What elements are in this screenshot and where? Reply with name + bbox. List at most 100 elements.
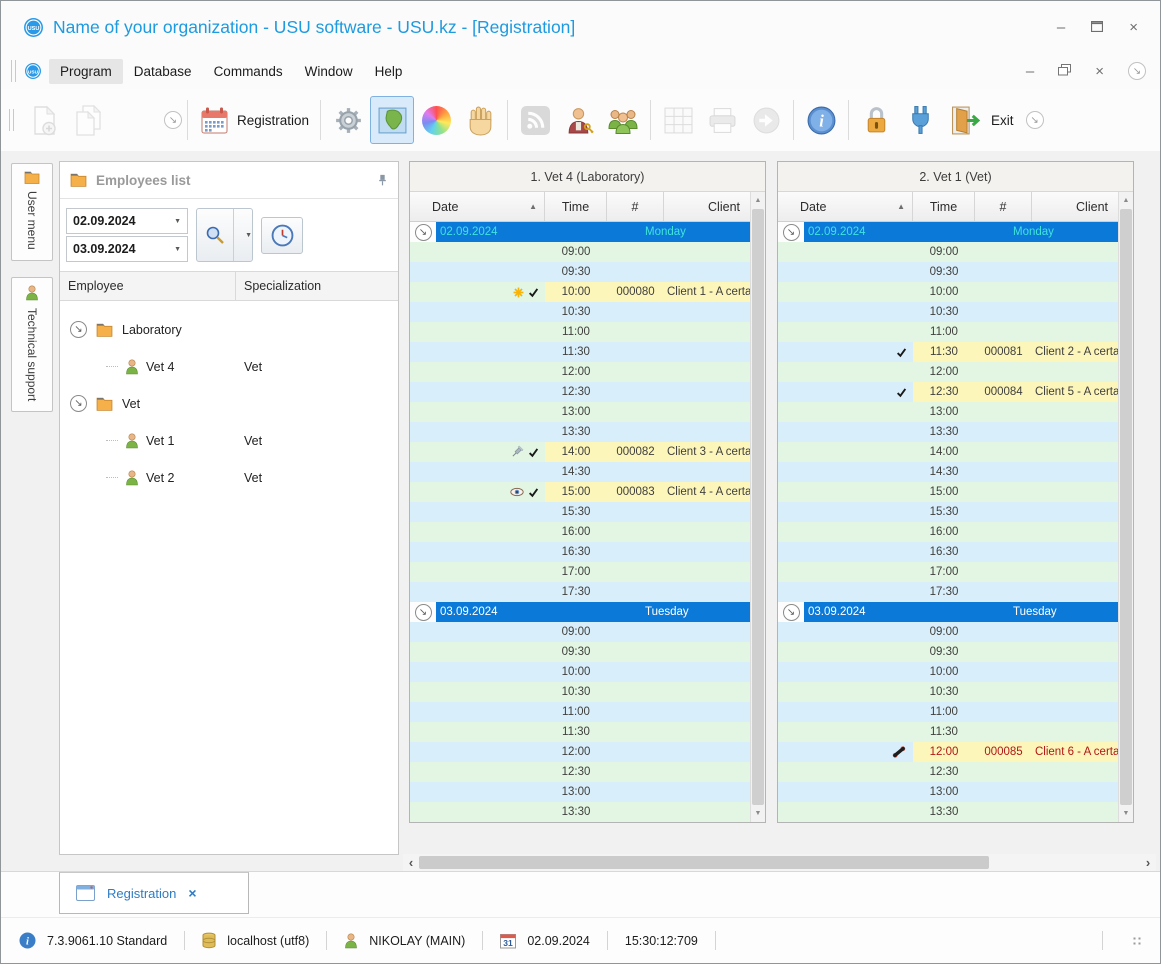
resize-grip[interactable] <box>1132 935 1142 946</box>
schedule-row[interactable]: 13:30 <box>778 422 1118 442</box>
collapse-arrow-icon[interactable]: ↘ <box>782 603 800 621</box>
employees-group-button[interactable] <box>601 96 645 144</box>
schedule-row[interactable]: 12:00 000085 Client 6 - A certa <box>778 742 1118 762</box>
lock-button[interactable] <box>854 96 898 144</box>
schedule-row[interactable]: 13:00 <box>410 402 750 422</box>
schedule-row[interactable]: 10:30 <box>410 682 750 702</box>
toolbar-grip[interactable] <box>9 109 14 131</box>
hand-button[interactable] <box>458 96 502 144</box>
disconnect-plug-button[interactable] <box>898 96 942 144</box>
close-button[interactable]: × <box>1129 20 1138 35</box>
schedule-row[interactable]: 11:00 <box>410 702 750 722</box>
date-band-row[interactable]: ↘ 02.09.2024 Monday <box>410 222 750 242</box>
search-button[interactable] <box>197 209 233 261</box>
registration-button[interactable]: Registration <box>193 96 315 144</box>
schedule-row[interactable]: 12:30 <box>410 382 750 402</box>
column-header-time[interactable]: Time <box>545 192 607 221</box>
mdi-close-button[interactable]: × <box>1095 64 1104 79</box>
schedule-row[interactable]: 15:30 <box>410 502 750 522</box>
schedule-row[interactable]: 09:30 <box>410 642 750 662</box>
schedule-row[interactable]: 11:00 <box>778 702 1118 722</box>
schedule-row[interactable]: 13:30 <box>410 422 750 442</box>
schedule-row[interactable]: 14:30 <box>778 462 1118 482</box>
info-button[interactable]: i <box>799 96 843 144</box>
schedule-row[interactable]: 14:30 <box>410 462 750 482</box>
horizontal-scrollbar[interactable]: ‹ › <box>403 854 1156 871</box>
menu-overflow-icon[interactable]: ↘ <box>1128 62 1146 80</box>
schedule-row[interactable]: 11:00 <box>778 322 1118 342</box>
collapse-arrow-icon[interactable]: ↘ <box>782 223 800 241</box>
tab-user-menu[interactable]: User menu <box>11 163 53 261</box>
exit-button[interactable]: Exit <box>942 96 1020 144</box>
schedule-row[interactable]: 10:30 <box>778 682 1118 702</box>
user-permissions-button[interactable] <box>557 96 601 144</box>
schedule-row[interactable]: 11:30 000081 Client 2 - A certa <box>778 342 1118 362</box>
column-header-client[interactable]: Client <box>1032 192 1118 221</box>
vertical-scrollbar[interactable]: ▲ ▼ <box>1118 192 1133 822</box>
collapse-arrow-icon[interactable]: ↘ <box>414 223 432 241</box>
tree-employee-row[interactable]: Vet 1 Vet <box>60 422 398 459</box>
schedule-row[interactable]: 09:00 <box>410 242 750 262</box>
specialization-column-header[interactable]: Specialization <box>236 272 398 300</box>
schedule-row[interactable]: 10:30 <box>410 302 750 322</box>
tree-employee-row[interactable]: Vet 4 Vet <box>60 348 398 385</box>
column-header-num[interactable]: # <box>607 192 664 221</box>
menu-item-program[interactable]: Program <box>49 58 123 84</box>
collapse-arrow-icon[interactable]: ↘ <box>70 395 87 412</box>
tree-group-row[interactable]: ↘ Vet <box>60 385 398 422</box>
schedule-row[interactable]: 09:00 <box>778 242 1118 262</box>
schedule-row[interactable]: 16:00 <box>410 522 750 542</box>
menu-item-window[interactable]: Window <box>294 59 364 84</box>
scrollbar-thumb[interactable] <box>752 209 764 805</box>
schedule-row[interactable]: 09:30 <box>410 262 750 282</box>
schedule-row[interactable]: 11:30 <box>778 722 1118 742</box>
date-to-select[interactable]: 03.09.2024 ▼ <box>66 236 188 262</box>
color-wheel-button[interactable] <box>414 96 458 144</box>
column-header-date[interactable]: Date ▲ <box>778 192 913 221</box>
schedule-row[interactable]: 15:00 <box>778 482 1118 502</box>
schedule-row[interactable]: 14:00 000082 Client 3 - A certa <box>410 442 750 462</box>
tab-technical-support[interactable]: Technical support <box>11 276 53 413</box>
column-header-date[interactable]: Date ▲ <box>410 192 545 221</box>
schedule-row[interactable]: 15:00 000083 Client 4 - A certa <box>410 482 750 502</box>
column-header-num[interactable]: # <box>975 192 1032 221</box>
schedule-row[interactable]: 16:00 <box>778 522 1118 542</box>
settings-gear-button[interactable] <box>326 96 370 144</box>
schedule-row[interactable]: 13:30 <box>778 802 1118 822</box>
schedule-row[interactable]: 10:30 <box>778 302 1118 322</box>
schedule-row[interactable]: 09:00 <box>410 622 750 642</box>
menu-item-database[interactable]: Database <box>123 59 203 84</box>
collapse-arrow-icon[interactable]: ↘ <box>70 321 87 338</box>
scroll-up-icon[interactable]: ▲ <box>751 193 765 208</box>
toolbar-grip[interactable] <box>11 60 16 82</box>
minimize-button[interactable]: – <box>1057 20 1065 35</box>
schedule-row[interactable]: 12:00 <box>410 742 750 762</box>
scrollbar-thumb[interactable] <box>1120 209 1132 805</box>
work-schedule-button[interactable] <box>261 216 303 254</box>
schedule-row[interactable]: 10:00 <box>778 282 1118 302</box>
schedule-row[interactable]: 11:30 <box>410 342 750 362</box>
map-button[interactable] <box>370 96 415 144</box>
schedule-row[interactable]: 09:30 <box>778 642 1118 662</box>
menu-item-help[interactable]: Help <box>364 59 414 84</box>
pin-icon[interactable] <box>377 174 388 186</box>
collapse-arrow-icon[interactable]: ↘ <box>414 603 432 621</box>
mdi-restore-button[interactable] <box>1058 63 1072 79</box>
scroll-left-icon[interactable]: ‹ <box>403 856 419 869</box>
schedule-row[interactable]: 10:00 <box>778 662 1118 682</box>
schedule-row[interactable]: 12:30 <box>410 762 750 782</box>
maximize-button[interactable] <box>1091 20 1104 35</box>
employee-column-header[interactable]: Employee <box>60 272 236 300</box>
schedule-row[interactable]: 15:30 <box>778 502 1118 522</box>
schedule-row[interactable]: 12:00 <box>778 362 1118 382</box>
schedule-row[interactable]: 13:00 <box>778 402 1118 422</box>
schedule-row[interactable]: 09:30 <box>778 262 1118 282</box>
schedule-row[interactable]: 17:00 <box>778 562 1118 582</box>
schedule-row[interactable]: 12:00 <box>410 362 750 382</box>
schedule-row[interactable]: 17:00 <box>410 562 750 582</box>
scroll-right-icon[interactable]: › <box>1140 856 1156 869</box>
tree-group-row[interactable]: ↘ Laboratory <box>60 311 398 348</box>
schedule-row[interactable]: 17:30 <box>778 582 1118 602</box>
schedule-row[interactable]: 12:30 000084 Client 5 - A certa <box>778 382 1118 402</box>
date-from-select[interactable]: 02.09.2024 ▼ <box>66 208 188 234</box>
